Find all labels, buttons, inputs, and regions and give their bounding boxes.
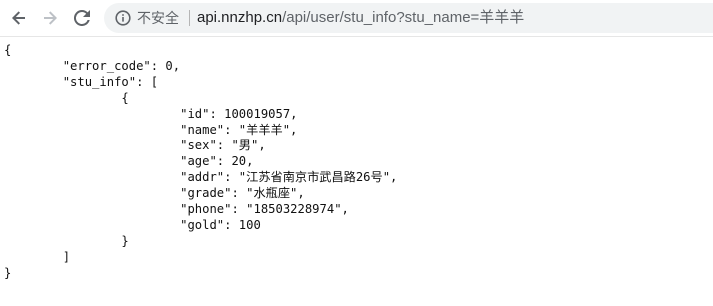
back-button[interactable] — [7, 7, 31, 29]
url-path: /api/user/stu_info?stu_name=羊羊羊 — [282, 9, 525, 26]
address-bar[interactable]: 不安全 api.nnzhp.cn/api/user/stu_info?stu_n… — [104, 3, 713, 33]
json-response-body: { "error_code": 0, "stu_info": [ { "id":… — [4, 43, 398, 280]
back-arrow-icon — [12, 11, 25, 25]
forward-button[interactable] — [38, 7, 62, 29]
browser-toolbar: 不安全 api.nnzhp.cn/api/user/stu_info?stu_n… — [0, 0, 713, 37]
info-icon[interactable] — [115, 10, 131, 26]
address-divider — [189, 10, 190, 26]
url-text[interactable]: api.nnzhp.cn/api/user/stu_info?stu_name=… — [197, 9, 524, 27]
forward-arrow-icon — [44, 11, 57, 25]
url-host: api.nnzhp.cn — [197, 9, 283, 26]
security-status-label[interactable]: 不安全 — [137, 9, 179, 27]
reload-button[interactable] — [70, 7, 94, 29]
reload-icon — [74, 10, 90, 26]
